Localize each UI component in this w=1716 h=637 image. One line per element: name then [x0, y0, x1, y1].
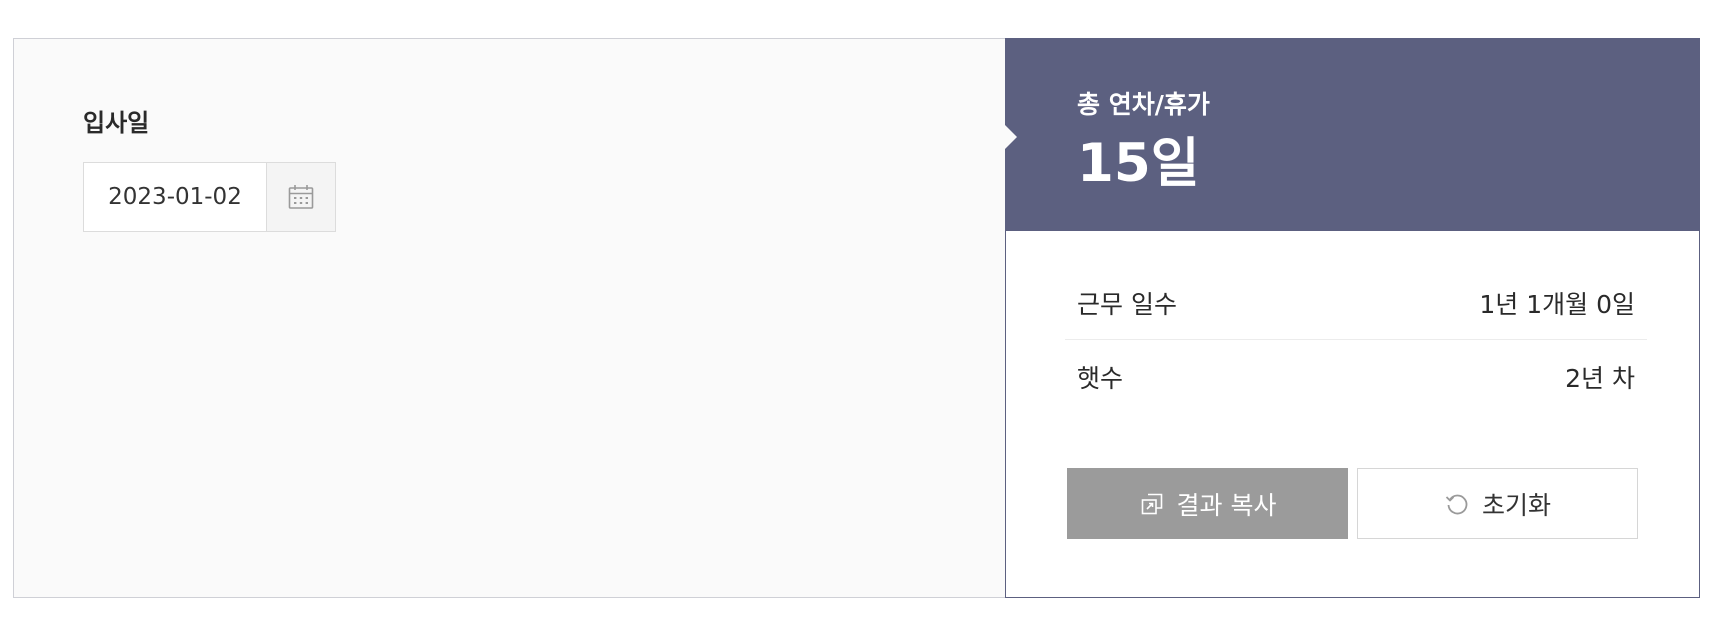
annual-leave-calculator: 입사일 2023-01-02 총 연차/휴가 15일 근무 일수 1년 1개월 … [13, 38, 1700, 598]
action-buttons: 결과 복사 초기화 [1067, 468, 1638, 539]
result-row-working-days: 근무 일수 1년 1개월 0일 [1065, 267, 1647, 340]
row-value: 1년 1개월 0일 [1479, 290, 1635, 319]
result-panel: 총 연차/휴가 15일 근무 일수 1년 1개월 0일 햇수 2년 차 결과 복… [1005, 38, 1700, 598]
hire-date-label: 입사일 [83, 109, 150, 137]
hire-date-group [83, 162, 336, 232]
copy-icon [1139, 491, 1165, 517]
reset-button[interactable]: 초기화 [1357, 468, 1638, 539]
total-leave-title: 총 연차/휴가 [1077, 90, 1210, 119]
result-details: 근무 일수 1년 1개월 0일 햇수 2년 차 [1065, 267, 1647, 413]
reset-label: 초기화 [1481, 490, 1551, 520]
result-header: 총 연차/휴가 15일 [1005, 39, 1699, 231]
row-label: 근무 일수 [1077, 290, 1177, 319]
calendar-icon [287, 183, 315, 211]
reset-icon [1444, 491, 1470, 517]
row-label: 햇수 [1077, 363, 1124, 393]
row-value: 2년 차 [1565, 363, 1635, 393]
input-panel: 입사일 [14, 39, 1008, 597]
total-leave-value: 15일 [1077, 133, 1200, 194]
copy-result-button[interactable]: 결과 복사 [1067, 468, 1348, 539]
copy-result-label: 결과 복사 [1176, 490, 1277, 520]
hire-date-input[interactable] [84, 163, 266, 231]
result-row-years: 햇수 2년 차 [1065, 340, 1647, 413]
calendar-button[interactable] [266, 163, 335, 231]
